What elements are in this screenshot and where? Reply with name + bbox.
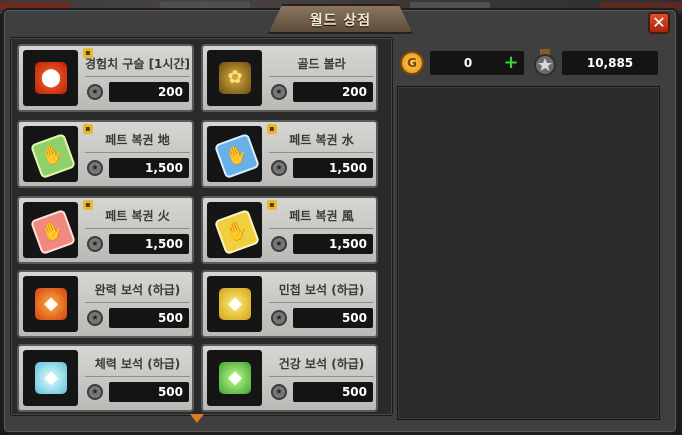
medal-icon: ★ bbox=[271, 160, 287, 176]
item-name: 페트 복권 火 bbox=[105, 209, 170, 223]
item-name: 경험치 구슬 [1시간] bbox=[85, 57, 190, 71]
medal-icon: ★ bbox=[87, 384, 103, 400]
item-thumbnail: ✋ bbox=[207, 126, 262, 182]
pet-ticket-earth-icon: ✋ bbox=[29, 132, 77, 180]
exp-orb-icon: ⬤ bbox=[35, 62, 67, 94]
item-price: 1,500 bbox=[293, 234, 373, 254]
item-thumbnail: ✋ bbox=[23, 202, 78, 258]
shop-item-gold-bola[interactable]: ✿ 골드 볼라 ★ 200 bbox=[201, 44, 378, 112]
item-price: 1,500 bbox=[109, 234, 189, 254]
item-thumbnail: ⬤ bbox=[23, 50, 78, 106]
medal-icon: ★ bbox=[87, 236, 103, 252]
medal-icon: ★ bbox=[271, 84, 287, 100]
shop-item-exp-orb[interactable]: ⬤ ▪ 경험치 구슬 [1시간] ★ 200 bbox=[17, 44, 194, 112]
gold-coin-icon: G bbox=[400, 51, 424, 75]
shop-item-health-gem[interactable]: ◆ 건강 보석 (하급) ★ 500 bbox=[201, 344, 378, 412]
health-gem-icon: ◆ bbox=[219, 362, 251, 394]
item-price: 1,500 bbox=[293, 158, 373, 178]
item-name: 완력 보석 (하급) bbox=[94, 283, 181, 297]
item-thumbnail: ◆ bbox=[23, 276, 78, 332]
shop-item-stamina-gem[interactable]: ◆ 체력 보석 (하급) ★ 500 bbox=[17, 344, 194, 412]
window-title: 월드 상점 bbox=[309, 13, 372, 29]
item-price: 1,500 bbox=[109, 158, 189, 178]
gold-bola-icon: ✿ bbox=[219, 62, 251, 94]
shop-item-pet-ticket-water[interactable]: ✋ ▪ 페트 복권 水 ★ 1,500 bbox=[201, 120, 378, 188]
medal-icon: ★ bbox=[271, 236, 287, 252]
medal-icon: ★ bbox=[271, 384, 287, 400]
shop-item-agility-gem[interactable]: ◆ 민첩 보석 (하급) ★ 500 bbox=[201, 270, 378, 338]
agility-gem-icon: ◆ bbox=[219, 288, 251, 320]
gold-balance: 0 bbox=[463, 56, 473, 70]
medal-icon: ★ bbox=[271, 310, 287, 326]
item-thumbnail: ◆ bbox=[207, 350, 262, 406]
item-name: 체력 보석 (하급) bbox=[94, 357, 181, 371]
item-price: 500 bbox=[109, 382, 189, 402]
shop-item-pet-ticket-fire[interactable]: ✋ ▪ 페트 복권 火 ★ 1,500 bbox=[17, 196, 194, 264]
item-price: 500 bbox=[293, 382, 373, 402]
medal-icon: ★ bbox=[87, 160, 103, 176]
item-name: 페트 복권 風 bbox=[289, 209, 354, 223]
stamina-gem-icon: ◆ bbox=[35, 362, 67, 394]
medal-icon: ★ bbox=[87, 310, 103, 326]
medal-icon bbox=[534, 49, 556, 76]
shop-item-pet-ticket-earth[interactable]: ✋ ▪ 페트 복권 地 ★ 1,500 bbox=[17, 120, 194, 188]
item-price: 500 bbox=[293, 308, 373, 328]
item-price: 200 bbox=[109, 82, 189, 102]
pet-ticket-water-icon: ✋ bbox=[213, 132, 261, 180]
item-name: 골드 볼라 bbox=[297, 57, 346, 71]
item-name: 민첩 보석 (하급) bbox=[278, 283, 365, 297]
item-thumbnail: ◆ bbox=[207, 276, 262, 332]
item-name: 건강 보석 (하급) bbox=[278, 357, 365, 371]
pet-ticket-wind-icon: ✋ bbox=[213, 208, 261, 256]
medal-icon: ★ bbox=[87, 84, 103, 100]
item-thumbnail: ✋ bbox=[23, 126, 78, 182]
medal-balance: 10,885 bbox=[562, 51, 658, 75]
shop-item-strength-gem[interactable]: ◆ 완력 보석 (하급) ★ 500 bbox=[17, 270, 194, 338]
close-button[interactable]: ✕ bbox=[648, 12, 670, 34]
item-name: 페트 복권 水 bbox=[289, 133, 354, 147]
item-thumbnail: ◆ bbox=[23, 350, 78, 406]
scroll-down-arrow-icon[interactable] bbox=[190, 414, 204, 423]
pet-ticket-fire-icon: ✋ bbox=[29, 208, 77, 256]
item-price: 500 bbox=[109, 308, 189, 328]
item-price: 200 bbox=[293, 82, 373, 102]
add-gold-button[interactable]: + bbox=[502, 53, 520, 73]
item-preview-panel bbox=[397, 86, 660, 420]
item-thumbnail: ✿ bbox=[207, 50, 262, 106]
shop-item-pet-ticket-wind[interactable]: ✋ ▪ 페트 복권 風 ★ 1,500 bbox=[201, 196, 378, 264]
strength-gem-icon: ◆ bbox=[35, 288, 67, 320]
item-thumbnail: ✋ bbox=[207, 202, 262, 258]
item-name: 페트 복권 地 bbox=[105, 133, 170, 147]
